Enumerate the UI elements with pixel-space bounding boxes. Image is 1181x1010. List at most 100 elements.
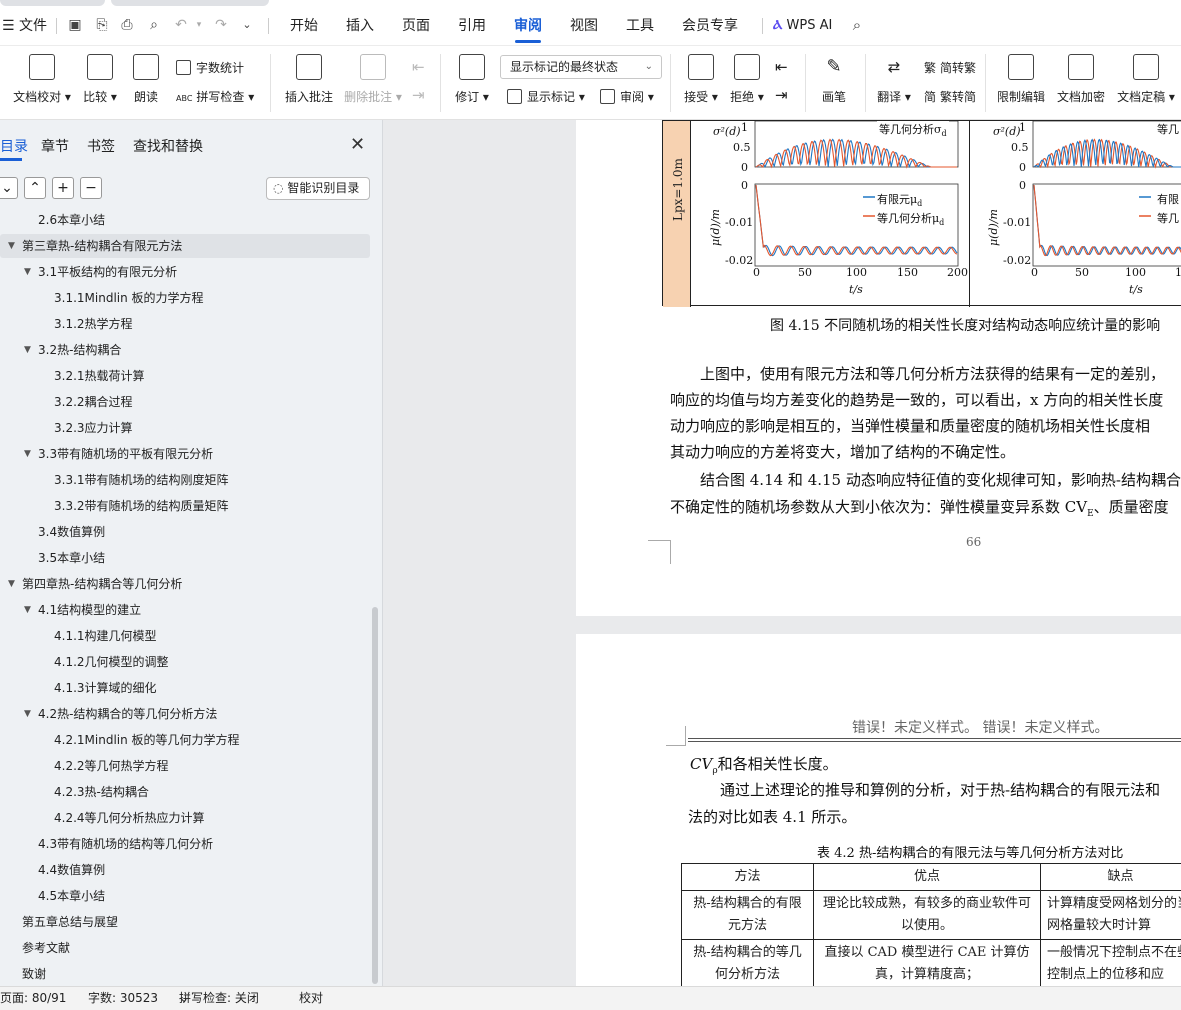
collapse-up-icon[interactable]: ⌃: [24, 177, 46, 199]
toc-item[interactable]: 3.3.2带有随机场的结构质量矩阵: [0, 494, 370, 518]
menu-references[interactable]: 引用: [458, 16, 486, 36]
remove-heading-icon[interactable]: −: [80, 177, 102, 199]
close-icon[interactable]: ✕: [350, 134, 365, 155]
document-page[interactable]: Lpx=1.0m σ²(d) 1 0.5 0 0 -0.01 -0.02 μ(d…: [576, 120, 1181, 616]
accept-button[interactable]: 接受 ▾: [684, 54, 718, 105]
expand-arrow-icon[interactable]: ▼: [24, 338, 31, 362]
toc-item[interactable]: 4.1.2几何模型的调整: [0, 650, 370, 674]
print-preview-icon[interactable]: ⌕: [145, 16, 163, 34]
delete-comment-button[interactable]: 删除批注 ▾: [344, 54, 402, 105]
toc-item[interactable]: 致谢: [0, 962, 370, 986]
toc-item[interactable]: 4.2.2等几何热学方程: [0, 754, 370, 778]
reject-button[interactable]: 拒绝 ▾: [730, 54, 764, 105]
toc-item[interactable]: 3.5本章小结: [0, 546, 370, 570]
toc-item[interactable]: 3.1.2热学方程: [0, 312, 370, 336]
simp-button[interactable]: 简繁转简: [924, 88, 976, 105]
spell-check-button[interactable]: ABC 拼写检查 ▾: [176, 88, 254, 105]
menu-insert[interactable]: 插入: [346, 16, 374, 36]
review-pane-button[interactable]: 审阅 ▾: [600, 88, 654, 105]
translate-button[interactable]: ⇄ 翻译 ▾: [876, 54, 912, 105]
page-indicator[interactable]: 页面: 80/91: [0, 987, 66, 1010]
save-icon[interactable]: ▣: [66, 16, 84, 34]
toc-item[interactable]: 4.5本章小结: [0, 884, 370, 908]
undo-dropdown-icon[interactable]: ▾: [190, 16, 208, 34]
toc-item[interactable]: ▼ 第三章热-结构耦合有限元方法: [0, 234, 370, 258]
doc-check-button[interactable]: 文档校对 ▾: [12, 54, 72, 105]
prev-comment-icon[interactable]: ⇤: [412, 58, 425, 76]
toc-item[interactable]: 3.2.2耦合过程: [0, 390, 370, 414]
sidebar-scrollbar[interactable]: [372, 607, 378, 984]
finalize-button[interactable]: 文档定稿 ▾: [1117, 54, 1175, 105]
next-change-icon[interactable]: ⇥: [775, 86, 788, 104]
expand-arrow-icon[interactable]: ▼: [24, 442, 31, 466]
proofread-status[interactable]: 校对: [299, 987, 323, 1010]
tab-bookmarks[interactable]: 书签: [87, 136, 115, 156]
toc-item[interactable]: ▼ 3.2热-结构耦合: [0, 338, 370, 362]
word-count-indicator[interactable]: 字数: 30523: [88, 987, 158, 1010]
undo-icon[interactable]: ↶: [172, 16, 190, 34]
toc-item[interactable]: 4.2.1Mindlin 板的等几何力学方程: [0, 728, 370, 752]
toc-item[interactable]: 4.3带有随机场的结构等几何分析: [0, 832, 370, 856]
show-markup-button[interactable]: 显示标记 ▾: [507, 88, 585, 105]
expand-arrow-icon[interactable]: ▼: [24, 598, 31, 622]
menu-view[interactable]: 视图: [570, 16, 598, 36]
expand-arrow-icon[interactable]: ▼: [8, 572, 15, 596]
compare-button[interactable]: 比较 ▾: [80, 54, 120, 105]
expand-arrow-icon[interactable]: ▼: [24, 260, 31, 284]
tab-toc[interactable]: 目录: [0, 136, 28, 156]
menu-page[interactable]: 页面: [402, 16, 430, 36]
toc-item[interactable]: 2.6本章小结: [0, 208, 370, 232]
toc-item[interactable]: 4.2.4等几何分析热应力计算: [0, 806, 370, 830]
tab-find-replace[interactable]: 查找和替换: [133, 136, 203, 156]
add-heading-icon[interactable]: +: [52, 177, 74, 199]
collapse-down-icon[interactable]: ⌄: [0, 177, 18, 199]
doc-tab-chip-2[interactable]: [111, 0, 269, 6]
toc-item[interactable]: 4.1.3计算域的细化: [0, 676, 370, 700]
toc-item[interactable]: 3.2.1热载荷计算: [0, 364, 370, 388]
expand-arrow-icon[interactable]: ▼: [24, 702, 31, 726]
toc-item[interactable]: ▼ 3.3带有随机场的平板有限元分析: [0, 442, 370, 466]
insert-comment-button[interactable]: 插入批注: [284, 54, 334, 105]
toc-item[interactable]: ▼ 3.1平板结构的有限元分析: [0, 260, 370, 284]
toc-item[interactable]: 4.4数值算例: [0, 858, 370, 882]
toc-item[interactable]: ▼ 第四章热-结构耦合等几何分析: [0, 572, 370, 596]
tab-chapters[interactable]: 章节: [41, 136, 69, 156]
toc-item[interactable]: 3.3.1带有随机场的结构刚度矩阵: [0, 468, 370, 492]
file-menu[interactable]: ☰ 文件: [2, 16, 47, 36]
print-icon[interactable]: ⎙: [118, 16, 136, 34]
toc-item[interactable]: ▼ 4.2热-结构耦合的等几何分析方法: [0, 702, 370, 726]
search-icon[interactable]: ⌕: [848, 16, 866, 34]
menu-tools[interactable]: 工具: [626, 16, 654, 36]
menu-review[interactable]: 审阅: [514, 16, 542, 36]
table-header-row: 方法 优点 缺点: [681, 863, 1181, 891]
markup-state-select[interactable]: 显示标记的最终状态 ⌄: [500, 55, 662, 79]
encrypt-button[interactable]: 文档加密: [1057, 54, 1105, 105]
toc-item[interactable]: 3.1.1Mindlin 板的力学方程: [0, 286, 370, 310]
document-page[interactable]: 错误！未定义样式。 错误！未定义样式。 CVρ和各相关性长度。 通过上述理论的推…: [576, 634, 1181, 986]
toc-item[interactable]: 3.2.3应力计算: [0, 416, 370, 440]
restrict-edit-button[interactable]: 限制编辑: [997, 54, 1045, 105]
toc-item[interactable]: ▼ 4.1结构模型的建立: [0, 598, 370, 622]
trad-button[interactable]: 繁简转繁: [924, 59, 976, 76]
toc-item[interactable]: 参考文献: [0, 936, 370, 960]
customize-toolbar-icon[interactable]: ⌄: [238, 16, 256, 34]
read-aloud-button[interactable]: 朗读: [131, 54, 161, 105]
prev-change-icon[interactable]: ⇤: [775, 58, 788, 76]
doc-tab-chip[interactable]: [0, 0, 105, 6]
word-count-button[interactable]: 字数统计: [176, 59, 244, 76]
expand-arrow-icon[interactable]: ▼: [8, 234, 15, 258]
menu-home[interactable]: 开始: [290, 16, 318, 36]
toc-item[interactable]: 3.4数值算例: [0, 520, 370, 544]
export-pdf-icon[interactable]: ⎘: [93, 16, 111, 34]
spell-check-status[interactable]: 拼写检查: 关闭 ⌄: [179, 987, 259, 1010]
wps-ai-button[interactable]: Ⲁ WPS AI: [773, 16, 832, 36]
revise-button[interactable]: 修订 ▾: [455, 54, 489, 105]
toc-item[interactable]: 4.1.1构建几何模型: [0, 624, 370, 648]
ink-button[interactable]: ✎ 画笔: [820, 54, 848, 105]
next-comment-icon[interactable]: ⇥: [412, 86, 425, 104]
toc-item[interactable]: 第五章总结与展望: [0, 910, 370, 934]
toc-item[interactable]: 4.2.3热-结构耦合: [0, 780, 370, 804]
menu-member[interactable]: 会员专享: [682, 16, 738, 36]
smart-toc-button[interactable]: ◌ 智能识别目录: [266, 177, 370, 200]
redo-icon[interactable]: ↷: [212, 16, 230, 34]
